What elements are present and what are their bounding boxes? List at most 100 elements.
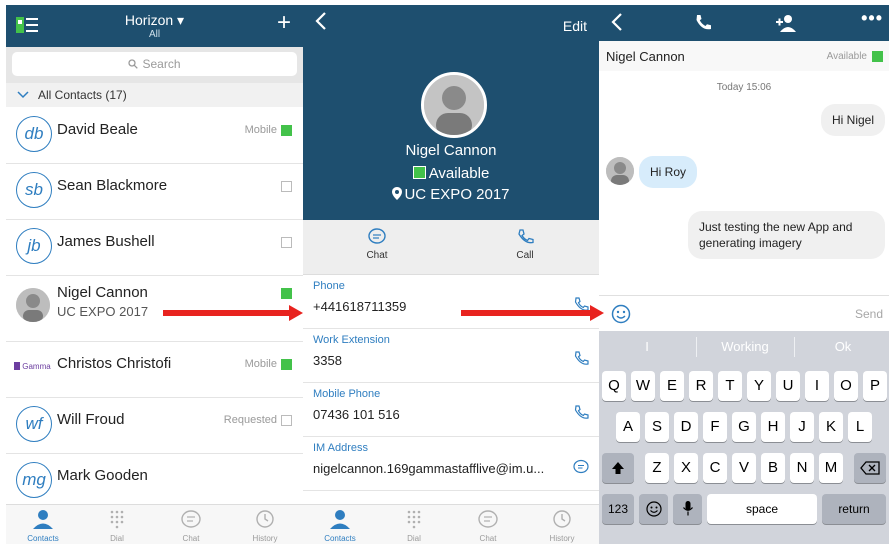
chevron-left-icon [315,12,326,30]
field-label: Phone [313,280,345,292]
key-n[interactable]: N [790,453,814,483]
tab-history[interactable]: History [525,505,599,544]
prediction-item[interactable]: Working [697,331,793,363]
tab-chat[interactable]: Chat [451,505,525,544]
tab-bar: Contacts Dial Chat History [303,504,599,544]
key-o[interactable]: O [834,371,858,401]
avatar [606,157,634,185]
tab-label: Chat [182,534,200,543]
phone-icon[interactable] [573,405,589,421]
key-x[interactable]: X [674,453,698,483]
key-g[interactable]: G [732,412,756,442]
dialpad-icon [407,510,421,529]
key-w[interactable]: W [631,371,655,401]
emoji-key[interactable] [639,494,668,524]
key-m[interactable]: M [819,453,843,483]
field-value: 07436 101 516 [313,407,400,422]
message-bubble-outgoing: Hi Nigel [820,104,885,136]
space-key[interactable]: space [707,494,817,524]
key-j[interactable]: J [790,412,814,442]
key-l[interactable]: L [848,412,872,442]
shift-icon [612,462,624,474]
contact-photo [421,72,487,138]
shift-key[interactable] [602,453,634,483]
phone-icon[interactable] [694,14,712,32]
key-q[interactable]: Q [602,371,626,401]
key-i[interactable]: I [805,371,829,401]
key-k[interactable]: K [819,412,843,442]
tab-contacts[interactable]: Contacts [303,505,377,544]
search-bar: Search [6,47,303,83]
key-c[interactable]: C [703,453,727,483]
key-s[interactable]: S [645,412,669,442]
numbers-key[interactable]: 123 [602,494,634,524]
back-button[interactable] [611,8,623,38]
key-d[interactable]: D [674,412,698,442]
avatar: wf [16,406,52,442]
contact-name: Nigel Cannon [57,284,148,301]
key-f[interactable]: F [703,412,727,442]
chat-action-button[interactable]: Chat [303,220,451,274]
field-value: nigelcannon.169gammastafflive@im.u... [313,461,545,476]
edit-button[interactable]: Edit [563,18,587,34]
more-options-icon[interactable]: ••• [861,8,883,29]
back-button[interactable] [315,11,327,37]
dictation-key[interactable] [673,494,702,524]
prediction-item[interactable]: Ok [795,331,889,363]
key-y[interactable]: Y [747,371,771,401]
key-v[interactable]: V [732,453,756,483]
contact-group-header[interactable]: All Contacts (17) [6,83,303,107]
tab-history[interactable]: History [228,505,302,544]
send-button[interactable]: Send [855,307,883,321]
chat-icon [478,510,498,528]
message-list: Today 15:06 Hi Nigel Hi Roy Just testing… [599,71,889,295]
contact-row-james-bushell[interactable]: jb James Bushell [6,219,303,276]
add-contact-button[interactable]: + [277,9,291,37]
search-input[interactable]: Search [12,52,297,76]
search-icon [128,59,139,69]
red-arrow-annotation [461,305,604,321]
add-participant-icon[interactable] [775,14,797,32]
contact-actions: Chat Call [303,220,599,275]
call-action-button[interactable]: Call [451,220,599,274]
key-p[interactable]: P [863,371,887,401]
im-address-field[interactable]: IM Address nigelcannon.169gammastafflive… [303,437,599,491]
message-composer[interactable]: Send [599,295,889,332]
field-label: Mobile Phone [313,388,381,400]
history-icon [256,510,274,528]
contact-row-david-beale[interactable]: db David Beale Mobile [6,107,303,164]
return-key[interactable]: return [822,494,886,524]
tab-label: Dial [407,534,421,543]
person-icon [330,510,350,529]
key-h[interactable]: H [761,412,785,442]
contact-row-christos-christofi[interactable]: Gamma Christos Christofi Mobile [6,341,303,398]
phone-icon[interactable] [573,351,589,367]
tab-dial[interactable]: Dial [80,505,154,544]
tab-dial[interactable]: Dial [377,505,451,544]
backspace-key[interactable] [854,453,886,483]
tab-contacts[interactable]: Contacts [6,505,80,544]
message-bubble-outgoing: Just testing the new App and generating … [688,211,885,259]
key-b[interactable]: B [761,453,785,483]
presence-indicator [281,415,292,426]
chat-header: ••• [599,5,889,41]
emoji-icon[interactable] [611,304,631,324]
key-t[interactable]: T [718,371,742,401]
key-u[interactable]: U [776,371,800,401]
key-e[interactable]: E [660,371,684,401]
key-a[interactable]: A [616,412,640,442]
contact-detail-header: Edit Nigel Cannon Available UC EXPO 2017 [303,5,599,220]
tab-chat[interactable]: Chat [154,505,228,544]
mobile-phone-field[interactable]: Mobile Phone 07436 101 516 [303,383,599,437]
directory-selector[interactable]: Horizon ▾ [6,12,303,29]
contact-row-mark-gooden[interactable]: mg Mark Gooden [6,453,303,509]
key-z[interactable]: Z [645,453,669,483]
contact-row-sean-blackmore[interactable]: sb Sean Blackmore [6,163,303,220]
key-r[interactable]: R [689,371,713,401]
contact-row-will-froud[interactable]: wf Will Froud Requested [6,397,303,454]
prediction-item[interactable]: I [599,331,695,363]
chat-icon[interactable] [573,459,589,475]
work-extension-field[interactable]: Work Extension 3358 [303,329,599,383]
contact-name: Will Froud [57,411,125,428]
field-value: 3358 [313,353,342,368]
